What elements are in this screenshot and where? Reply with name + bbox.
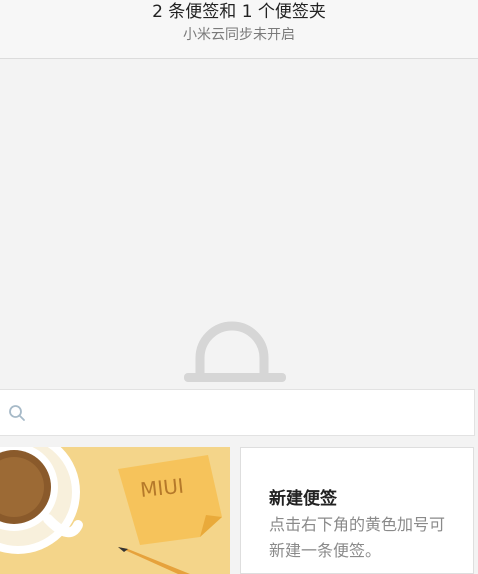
new-note-title: 新建便签 — [269, 489, 337, 509]
app-header: 2 条便签和 1 个便签夹 小米云同步未开启 — [0, 0, 478, 59]
search-bar[interactable] — [0, 389, 475, 436]
search-input[interactable] — [35, 398, 459, 430]
page-title: 2 条便签和 1 个便签夹 — [152, 2, 326, 22]
sticky-note-icon: MIUI — [118, 455, 222, 545]
search-icon — [9, 405, 25, 421]
new-note-description: 点击右下角的黄色加号可新建一条便签。 — [269, 515, 446, 560]
pencil-icon — [118, 547, 190, 574]
miui-note-text: MIUI — [139, 474, 185, 502]
sync-status: 小米云同步未开启 — [183, 27, 295, 43]
note-illustration-card[interactable]: MIUI — [0, 447, 230, 574]
new-note-card[interactable]: 新建便签 点击右下角的黄色加号可新建一条便签。 — [240, 447, 474, 574]
coffee-cup-icon — [0, 447, 83, 554]
pull-handle-icon — [184, 321, 286, 382]
note-illustration: MIUI — [0, 447, 222, 574]
